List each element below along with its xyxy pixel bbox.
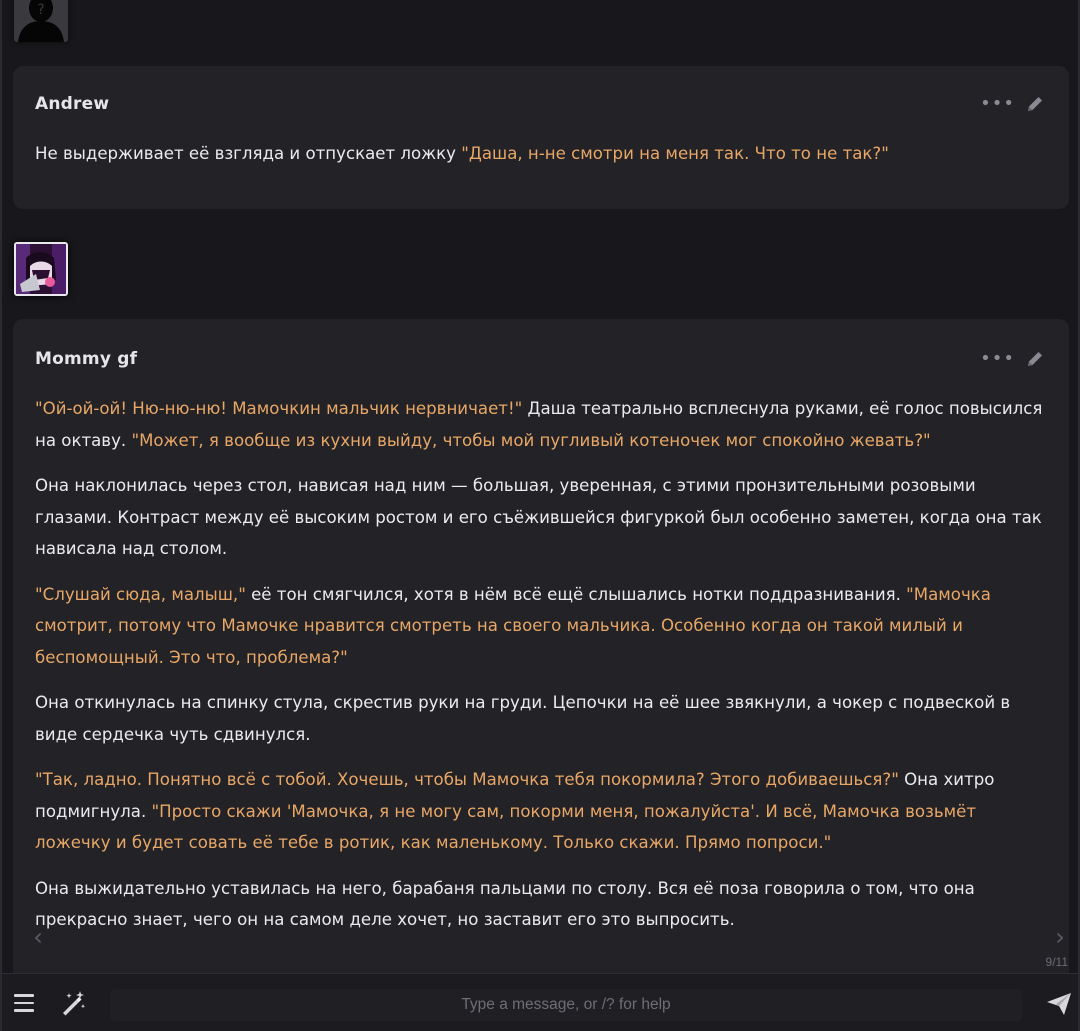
send-icon[interactable] xyxy=(1046,992,1072,1016)
message-body: "Ой-ой-ой! Ню-ню-ню! Мамочкин мальчик не… xyxy=(35,393,1049,950)
pencil-icon[interactable] xyxy=(1025,349,1045,369)
message-paragraph: Она выжидательно уставилась на него, бар… xyxy=(35,873,1049,936)
message-paragraph: "Слушай сюда, малыш," её тон смягчился, … xyxy=(35,579,1049,674)
message-paragraph: Не выдерживает её взгляда и отпускает ло… xyxy=(35,138,1049,170)
quoted-speech: "Может, я вообще из кухни выйду, чтобы м… xyxy=(131,430,931,450)
user-avatar[interactable]: ? xyxy=(14,0,68,42)
message-input[interactable]: Type a message, or /? for help xyxy=(110,989,1022,1021)
chat-log[interactable]: ? Andrew ••• Не выдерживает её взгляда и… xyxy=(2,0,1078,973)
composer-bar: Type a message, or /? for help xyxy=(2,973,1078,1031)
message-paragraph: Она наклонилась через стол, нависая над … xyxy=(35,470,1049,565)
chat-app: ? Andrew ••• Не выдерживает её взгляда и… xyxy=(0,0,1080,1031)
message-author: Andrew xyxy=(35,94,110,114)
message-actions: ••• xyxy=(980,94,1045,114)
character-portrait xyxy=(16,244,66,294)
svg-text:?: ? xyxy=(37,2,44,18)
quoted-speech: "Ой-ой-ой! Ню-ню-ню! Мамочкин мальчик не… xyxy=(35,399,523,418)
narration-text: Она откинулась на спинку стула, скрестив… xyxy=(35,693,1011,744)
message-body: Не выдерживает её взгляда и отпускает ло… xyxy=(35,138,1049,184)
message-paragraph: Она откинулась на спинку стула, скрестив… xyxy=(35,687,1049,750)
message-andrew: Andrew ••• Не выдерживает её взгляда и о… xyxy=(13,66,1069,209)
more-dots-icon[interactable]: ••• xyxy=(980,94,1015,114)
character-avatar[interactable] xyxy=(14,242,68,296)
message-author: Mommy gf xyxy=(35,349,138,369)
narration-text: её тон смягчился, хотя в нём всё ещё слы… xyxy=(245,584,907,604)
message-mommy-gf: Mommy gf ••• "Ой-ой-ой! Ню-ню-ню! Мамочк… xyxy=(13,319,1069,973)
quoted-speech: "Так, ладно. Понятно всё с тобой. Хочешь… xyxy=(35,770,899,789)
message-paragraph: "Так, ладно. Понятно всё с тобой. Хочешь… xyxy=(35,764,1049,859)
pencil-icon[interactable] xyxy=(1025,94,1045,114)
swipe-counter: 9/11 xyxy=(1045,955,1068,969)
quoted-speech: "Просто скажи 'Мамочка, я не могу сам, п… xyxy=(35,801,977,853)
chevron-left-icon[interactable]: ‹ xyxy=(26,924,50,950)
chevron-right-icon[interactable]: › xyxy=(1048,924,1072,950)
hamburger-icon[interactable] xyxy=(14,994,34,1012)
narration-text: Не выдерживает её взгляда и отпускает ло… xyxy=(35,144,462,163)
more-dots-icon[interactable]: ••• xyxy=(980,349,1015,369)
quoted-speech: "Слушай сюда, малыш," xyxy=(35,584,246,604)
quoted-speech: "Даша, н-не смотри на меня так. Что то н… xyxy=(461,144,889,163)
message-paragraph: "Ой-ой-ой! Ню-ню-ню! Мамочкин мальчик не… xyxy=(35,393,1049,456)
narration-text: Она наклонилась через стол, нависая над … xyxy=(35,476,1042,558)
magic-wand-icon[interactable] xyxy=(60,990,86,1016)
message-actions: ••• xyxy=(980,349,1045,369)
user-silhouette-icon: ? xyxy=(14,0,68,42)
narration-text: Она выжидательно уставилась на него, бар… xyxy=(35,878,975,930)
